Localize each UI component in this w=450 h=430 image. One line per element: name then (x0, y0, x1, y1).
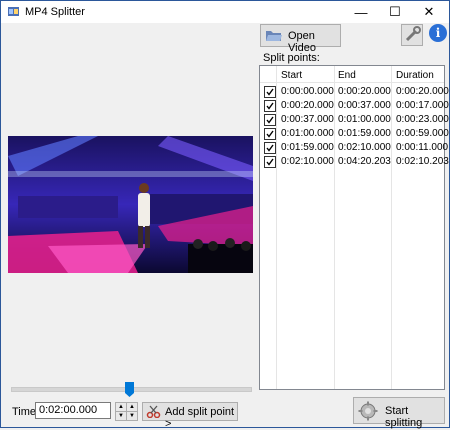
settings-button[interactable] (401, 24, 423, 46)
maximize-button[interactable]: ☐ (379, 1, 411, 23)
checkmark-icon (266, 158, 274, 166)
row-checkbox[interactable] (264, 142, 276, 154)
checkmark-icon (266, 88, 274, 96)
column-header-start[interactable]: Start (281, 70, 302, 81)
split-points-label: Split points: (263, 52, 320, 64)
row-start: 0:02:10.000 (281, 156, 334, 167)
row-end: 0:00:20.000 (338, 86, 391, 97)
checkmark-icon (266, 130, 274, 138)
gear-icon (358, 401, 378, 421)
row-end: 0:00:37.000 (338, 100, 391, 111)
start-splitting-button[interactable]: Start splitting (353, 397, 445, 429)
app-icon (8, 7, 19, 16)
column-header-end[interactable]: End (338, 70, 356, 81)
open-video-label: Open Video (288, 30, 316, 54)
row-end: 0:01:00.000 (338, 114, 391, 125)
checkmark-icon (266, 116, 274, 124)
add-split-point-label: Add split point > (165, 406, 235, 430)
add-split-point-button[interactable]: Add split point > (142, 402, 238, 430)
row-checkbox[interactable] (264, 156, 276, 168)
table-row[interactable]: 0:01:59.000 0:02:10.000 0:00:11.000 (260, 141, 448, 155)
row-end: 0:01:59.000 (338, 128, 391, 139)
video-preview (8, 136, 253, 273)
row-checkbox[interactable] (264, 100, 276, 112)
time-input[interactable]: 0:02:00.000 (35, 402, 111, 419)
row-checkbox[interactable] (264, 128, 276, 140)
folder-icon (266, 31, 282, 41)
frame-spin-down[interactable]: ▼ (126, 411, 138, 421)
info-button[interactable]: i (429, 24, 447, 42)
row-end: 0:04:20.203 (338, 156, 391, 167)
checkmark-icon (266, 102, 274, 110)
row-duration: 0:00:20.000 (396, 86, 449, 97)
row-start: 0:00:20.000 (281, 100, 334, 111)
table-row[interactable]: 0:00:00.000 0:00:20.000 0:00:20.000 (260, 85, 449, 99)
table-row[interactable]: 0:02:10.000 0:04:20.203 0:02:10.203 (260, 155, 449, 169)
row-duration: 0:00:23.000 (396, 114, 449, 125)
row-duration: 0:02:10.203 (396, 156, 449, 167)
row-checkbox[interactable] (264, 114, 276, 126)
row-duration: 0:00:17.000 (396, 100, 449, 111)
row-checkbox[interactable] (264, 86, 276, 98)
row-start: 0:01:59.000 (281, 142, 334, 153)
scissors-icon (146, 405, 161, 418)
table-row[interactable]: 0:00:20.000 0:00:37.000 0:00:17.000 (260, 99, 449, 113)
split-points-table: Start End Duration 0:00:00.000 0:00:20.0… (259, 65, 449, 390)
header-divider (260, 82, 444, 83)
open-video-button[interactable]: Open Video (260, 24, 341, 54)
position-slider-thumb[interactable] (124, 382, 134, 397)
app-window: MP4 Splitter — ☐ ✕ Time: 0:02:00.000 ▲ ▼… (0, 0, 450, 430)
start-splitting-label: Start splitting (385, 405, 423, 429)
close-button[interactable]: ✕ (413, 1, 445, 23)
row-duration: 0:00:11.000 (396, 142, 449, 153)
row-end: 0:02:10.000 (338, 142, 391, 153)
column-header-duration[interactable]: Duration (396, 70, 434, 81)
table-row[interactable]: 0:00:37.000 0:01:00.000 0:00:23.000 (260, 113, 449, 127)
minimize-button[interactable]: — (345, 1, 377, 23)
wrench-icon (405, 26, 421, 42)
table-row[interactable]: 0:01:00.000 0:01:59.000 0:00:59.000 (260, 127, 449, 141)
row-start: 0:00:37.000 (281, 114, 334, 125)
row-start: 0:01:00.000 (281, 128, 334, 139)
checkmark-icon (266, 144, 274, 152)
title-bar: MP4 Splitter — ☐ ✕ (1, 1, 449, 23)
window-title: MP4 Splitter (25, 6, 85, 18)
row-duration: 0:00:59.000 (396, 128, 449, 139)
row-start: 0:00:00.000 (281, 86, 334, 97)
